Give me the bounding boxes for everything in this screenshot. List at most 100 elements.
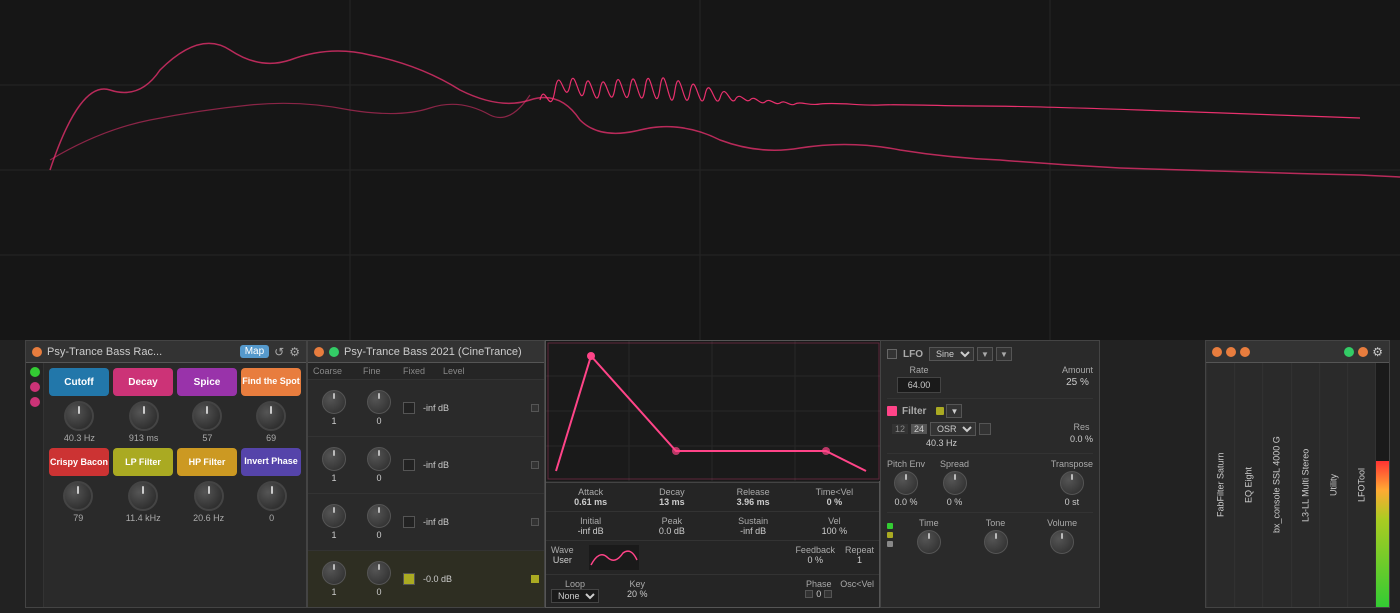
lfo-mode-button[interactable]: ▼ — [996, 347, 1012, 361]
cutoff-knob[interactable] — [64, 401, 94, 431]
phase-label: Phase — [806, 579, 832, 589]
phase-lock-box[interactable] — [805, 590, 813, 598]
decay-knob[interactable] — [129, 401, 159, 431]
initial-value[interactable]: -inf dB — [578, 526, 604, 536]
vel-value[interactable]: 100 % — [822, 526, 848, 536]
osc2-active-box[interactable] — [531, 461, 539, 469]
indicator-yellow1 — [887, 532, 893, 538]
osc3-fixed-checkbox[interactable] — [403, 516, 415, 528]
filter-12-label[interactable]: 12 — [892, 424, 908, 434]
decay-button[interactable]: Decay — [113, 368, 173, 396]
map-button[interactable]: Map — [240, 345, 269, 358]
filter-active-dot[interactable] — [887, 406, 897, 416]
plugin-item-eq-eight[interactable]: EQ Eight — [1234, 363, 1262, 607]
indicator-green1 — [887, 523, 893, 529]
invert-phase-button[interactable]: Invert Phase — [241, 448, 301, 476]
plugin-item-utility[interactable]: Utility — [1319, 363, 1347, 607]
plugin-item-bx-console[interactable]: bx_console SSL 4000 G — [1262, 363, 1290, 607]
panel2-synth: Psy-Trance Bass 2021 (CineTrance) Coarse… — [307, 340, 545, 608]
filter-24-label[interactable]: 24 — [911, 424, 927, 434]
crispy-bacon-button[interactable]: Crispy Bacon — [49, 448, 109, 476]
osc2-coarse-knob[interactable] — [322, 447, 346, 471]
phase-lock-box2[interactable] — [824, 590, 832, 598]
osc4-fixed-checkbox[interactable] — [403, 573, 415, 585]
lfo-sync-button[interactable]: ▼ — [977, 347, 993, 361]
spot-knob[interactable] — [256, 401, 286, 431]
right-panel-dot3[interactable] — [1240, 347, 1250, 357]
wave-value[interactable]: User — [553, 555, 572, 565]
repeat-value[interactable]: 1 — [857, 555, 862, 565]
right-panel-dot1[interactable] — [1212, 347, 1222, 357]
decay-value[interactable]: 13 ms — [659, 497, 685, 507]
loop-dropdown[interactable]: None — [551, 589, 599, 603]
osc4-fine-knob[interactable] — [367, 561, 391, 585]
right-panel-dot2[interactable] — [1226, 347, 1236, 357]
peak-value[interactable]: 0.0 dB — [659, 526, 685, 536]
spread-value: 0 % — [947, 497, 963, 507]
cutoff-button[interactable]: Cutoff — [49, 368, 109, 396]
right-panel-green-dot[interactable] — [1344, 347, 1354, 357]
osc3-fine-knob[interactable] — [367, 504, 391, 528]
osc4-coarse-knob[interactable] — [322, 561, 346, 585]
key-value[interactable]: 20 % — [627, 589, 648, 599]
phase-knob[interactable] — [257, 481, 287, 511]
amount-label: Amount — [1062, 365, 1093, 375]
crispy-knob[interactable] — [63, 481, 93, 511]
right-panel-orange-dot[interactable] — [1358, 347, 1368, 357]
plugin-item-lfotool[interactable]: LFOTool — [1347, 363, 1375, 607]
time-knob[interactable] — [917, 530, 941, 554]
release-value[interactable]: 3.96 ms — [737, 497, 770, 507]
rate-value[interactable]: 64.00 — [897, 377, 941, 393]
panel1-power-dot[interactable] — [32, 347, 42, 357]
osc1-active-box[interactable] — [531, 404, 539, 412]
lfo-toggle[interactable] — [887, 349, 897, 359]
osc1-fine-knob[interactable] — [367, 390, 391, 414]
lp-knob[interactable] — [128, 481, 158, 511]
tone-knob[interactable] — [984, 530, 1008, 554]
panel2-play-dot[interactable] — [329, 347, 339, 357]
sustain-value[interactable]: -inf dB — [740, 526, 766, 536]
osc3-coarse-val: 1 — [331, 530, 336, 540]
osc2-fixed-checkbox[interactable] — [403, 459, 415, 471]
peak-label: Peak — [662, 516, 683, 526]
panel1-refresh-icon[interactable]: ↺ — [274, 345, 284, 359]
osr-dropdown[interactable]: OSR — [930, 422, 976, 436]
osc3-active-box[interactable] — [531, 518, 539, 526]
time-label: Time — [919, 518, 939, 528]
hp-filter-button[interactable]: HP Filter — [177, 448, 237, 476]
filter-mode-button[interactable] — [979, 423, 991, 435]
time-vel-label: Time<Vel — [816, 487, 853, 497]
osc4-active-box[interactable] — [531, 575, 539, 583]
osc3-coarse-knob[interactable] — [322, 504, 346, 528]
panel2-power-dot[interactable] — [314, 347, 324, 357]
freq-value[interactable]: 40.3 Hz — [926, 438, 957, 448]
right-panel-settings-icon[interactable]: ⚙ — [1372, 345, 1383, 359]
pitch-env-knob[interactable] — [894, 471, 918, 495]
knob-row2: 79 11.4 kHz 20.6 Hz 0 — [49, 481, 301, 523]
spice-knob[interactable] — [192, 401, 222, 431]
amount-value[interactable]: 25 % — [1066, 377, 1089, 388]
osc-row-1: 1 0 -inf dB — [308, 380, 544, 437]
panel1-settings-icon[interactable]: ⚙ — [289, 345, 300, 359]
volume-knob[interactable] — [1050, 530, 1074, 554]
lp-filter-button[interactable]: LP Filter — [113, 448, 173, 476]
plugin-item-l3ll[interactable]: L3-LL Multi Stereo — [1291, 363, 1319, 607]
pitch-section: Pitch Env 0.0 % Spread 0 % Transpose 0 s… — [887, 459, 1093, 507]
feedback-value[interactable]: 0 % — [807, 555, 823, 565]
lfo-wave-dropdown[interactable]: Sine — [929, 347, 974, 361]
wave-params-row: Wave User Feedback 0 % Repeat 1 — [546, 541, 879, 575]
spice-button[interactable]: Spice — [177, 368, 237, 396]
osc1-fixed-checkbox[interactable] — [403, 402, 415, 414]
osc1-coarse-knob[interactable] — [322, 390, 346, 414]
osc2-fine-knob[interactable] — [367, 447, 391, 471]
spread-knob[interactable] — [943, 471, 967, 495]
plugin-item-fabfilter[interactable]: FabFilter Saturn — [1206, 363, 1234, 607]
filter-type-dropdown[interactable]: ▼ — [946, 404, 962, 418]
find-the-spot-button[interactable]: Find the Spot — [241, 368, 301, 396]
right-panel-titlebar: ⚙ — [1206, 341, 1389, 363]
transpose-knob[interactable] — [1060, 471, 1084, 495]
time-vel-value[interactable]: 0 % — [827, 497, 843, 507]
res-value[interactable]: 0.0 % — [1070, 434, 1093, 444]
attack-value[interactable]: 0.61 ms — [574, 497, 607, 507]
hp-knob[interactable] — [194, 481, 224, 511]
